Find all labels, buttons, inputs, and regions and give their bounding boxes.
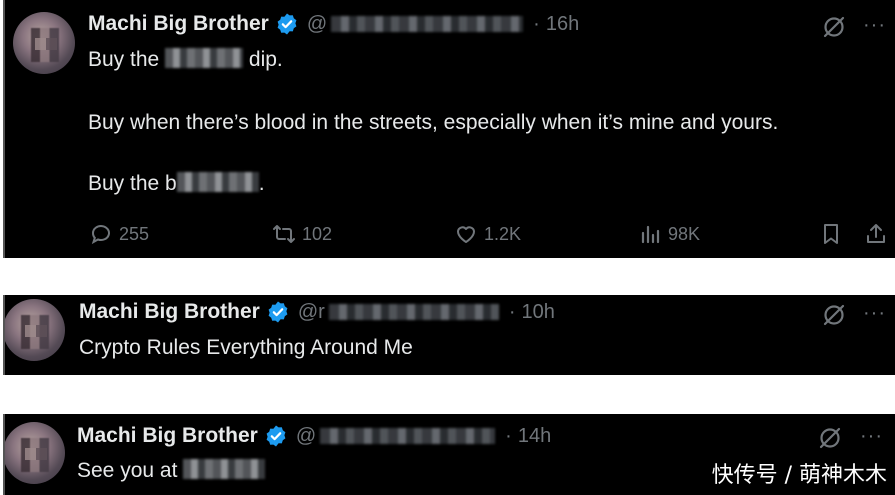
grok-icon[interactable] <box>817 425 843 451</box>
separator-dot: · <box>508 300 516 323</box>
redacted-handle <box>331 16 524 32</box>
redacted-word <box>165 48 244 68</box>
redacted-word <box>176 172 259 192</box>
like-count: 1.2K <box>484 223 522 244</box>
watermark: 快传号 / 萌神木木 <box>711 463 887 488</box>
repost-count: 102 <box>302 223 333 244</box>
timestamp[interactable]: 16h <box>546 13 579 36</box>
verified-badge-icon <box>266 425 286 447</box>
redacted-handle <box>328 304 499 320</box>
more-icon[interactable]: ··· <box>863 302 886 325</box>
handle[interactable]: @ <box>307 13 327 36</box>
tweet-text: Crypto Rules Everything Around Me <box>79 336 413 359</box>
views-icon <box>641 225 660 244</box>
display-name[interactable]: Machi Big Brother <box>77 424 258 448</box>
reply-icon <box>91 225 110 245</box>
avatar[interactable] <box>5 299 65 361</box>
separator-dot: · <box>533 12 540 35</box>
more-icon[interactable]: ··· <box>863 14 886 37</box>
tweet-text-line: Buy the b. <box>88 172 265 195</box>
tweet-header: Machi Big Brother @ · 14h <box>77 424 551 448</box>
display-name[interactable]: Machi Big Brother <box>79 300 260 324</box>
tweet-header: Machi Big Brother @ · 16h <box>88 12 579 36</box>
grok-icon[interactable] <box>821 302 847 328</box>
timestamp[interactable]: 14h <box>518 425 551 448</box>
handle[interactable]: @ <box>296 425 316 448</box>
display-name[interactable]: Machi Big Brother <box>88 12 269 36</box>
tweet-card-1[interactable]: Machi Big Brother @ · 16h ··· Buy the di… <box>3 0 895 258</box>
avatar[interactable] <box>13 12 75 74</box>
redacted-word <box>183 459 266 479</box>
action-bar: 255 102 1.2K 98K <box>89 222 889 250</box>
reply-count: 255 <box>119 223 150 244</box>
tweet-card-2[interactable]: Machi Big Brother @r · 10h ··· Crypto Ru… <box>3 295 895 375</box>
repost-button[interactable]: 102 <box>272 222 332 246</box>
tweet-text-line: Buy the dip. <box>88 48 283 71</box>
redacted-handle <box>320 428 496 444</box>
separator-dot: · <box>505 424 512 447</box>
like-button[interactable]: 1.2K <box>454 222 521 246</box>
handle[interactable]: @r <box>298 301 325 324</box>
like-icon <box>457 226 475 243</box>
more-icon[interactable]: ··· <box>860 425 883 448</box>
views-button[interactable]: 98K <box>638 222 700 246</box>
verified-badge-icon <box>268 301 288 323</box>
verified-badge-icon <box>277 13 297 35</box>
share-button[interactable] <box>864 222 894 246</box>
bookmark-button[interactable] <box>819 222 849 246</box>
bookmark-icon <box>824 224 838 244</box>
view-count: 98K <box>668 223 701 244</box>
tweet-header: Machi Big Brother @r · 10h <box>79 300 555 324</box>
timestamp[interactable]: 10h <box>522 301 555 324</box>
tweet-text: See you at <box>77 459 266 483</box>
tweet-text-line: Buy when there’s blood in the streets, e… <box>88 111 779 134</box>
share-icon <box>867 224 885 243</box>
grok-icon[interactable] <box>821 14 847 40</box>
repost-icon <box>273 225 295 243</box>
avatar[interactable] <box>5 422 65 484</box>
reply-button[interactable]: 255 <box>89 222 149 246</box>
